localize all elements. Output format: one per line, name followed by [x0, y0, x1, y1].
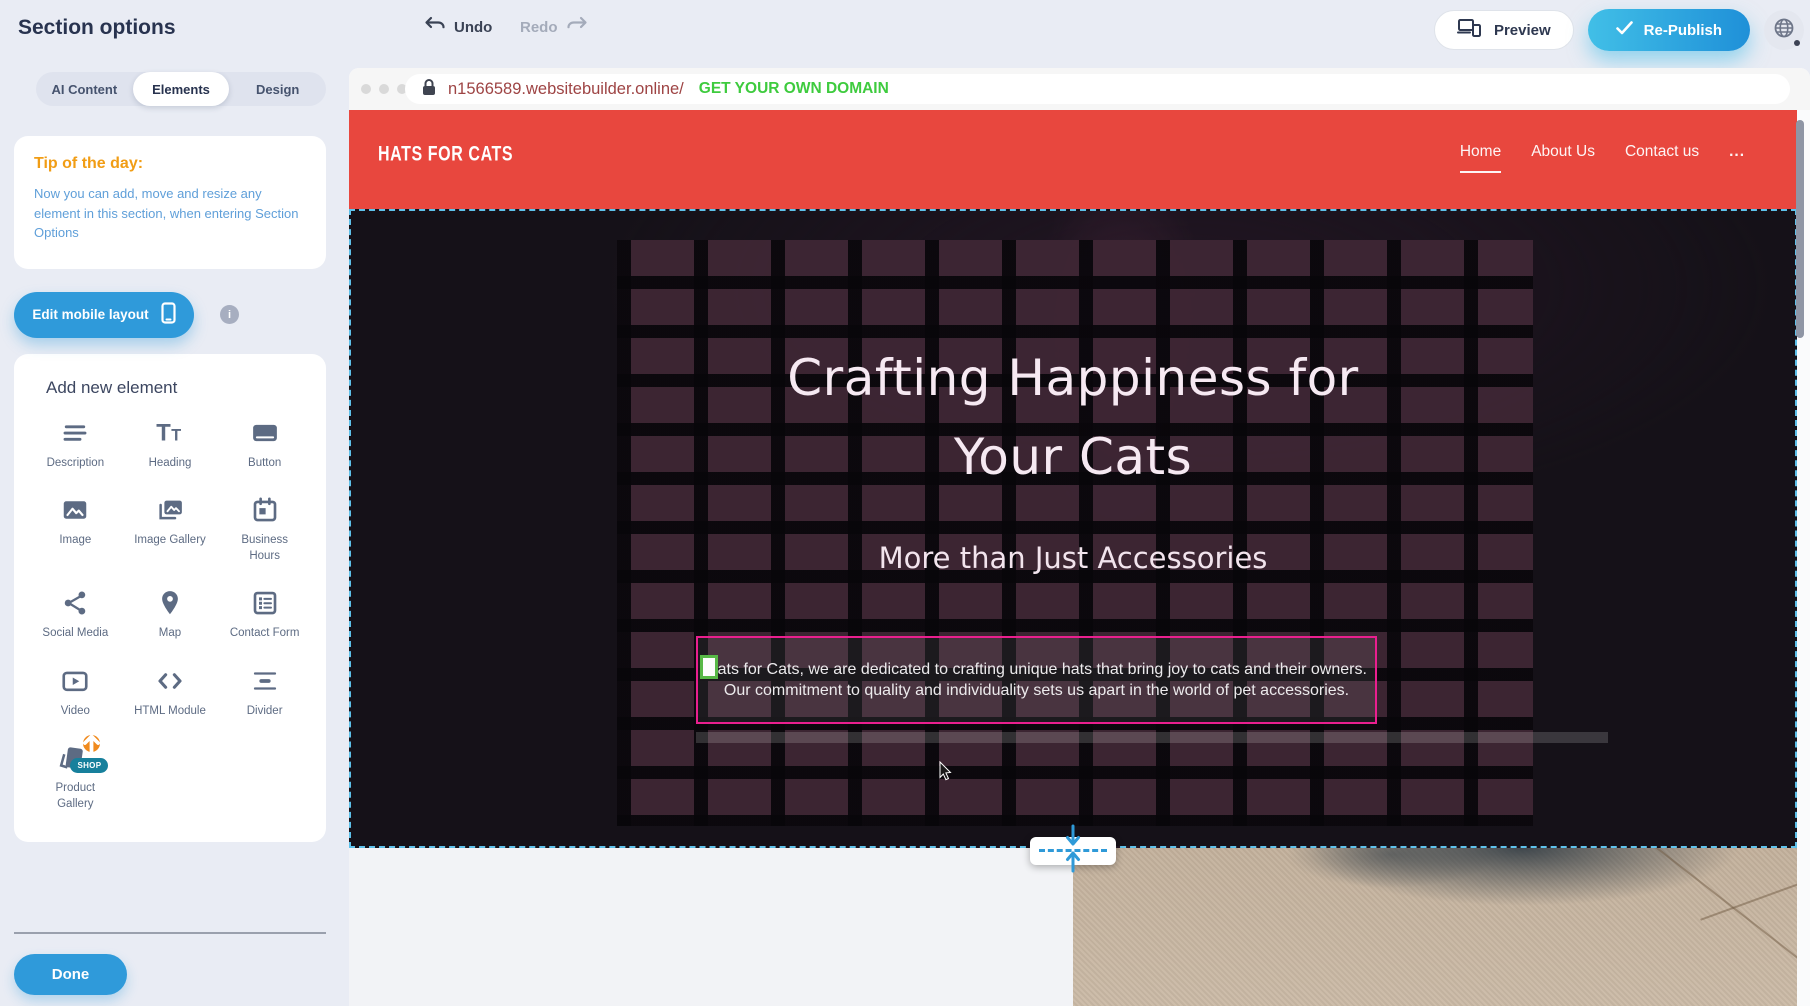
nav-more[interactable]: ...	[1729, 143, 1745, 171]
tip-title: Tip of the day:	[34, 155, 306, 173]
republish-button[interactable]: Re-Publish	[1588, 9, 1750, 51]
element-map[interactable]: Map	[123, 588, 218, 642]
add-element-title: Add new element	[46, 378, 312, 398]
element-grid: Description TT Heading Button Image Imag…	[28, 418, 312, 813]
element-button[interactable]: Button	[217, 418, 312, 472]
tip-of-the-day-card: Tip of the day: Now you can add, move an…	[14, 136, 326, 269]
shop-badge: SHOP	[70, 758, 108, 773]
page-title: Section options	[18, 16, 176, 40]
svg-text:T: T	[156, 419, 171, 446]
add-new-element-card: Add new element Description TT Heading B…	[14, 354, 326, 843]
video-icon	[60, 666, 90, 696]
element-product-gallery[interactable]: SHOP Product Gallery	[28, 743, 123, 812]
selected-text-element[interactable]: Hats for Cats, we are dedicated to craft…	[696, 636, 1377, 724]
drop-indicator	[696, 732, 1608, 743]
notification-dot	[1794, 40, 1800, 46]
lock-icon	[421, 78, 437, 101]
description-icon	[60, 418, 90, 448]
undo-label: Undo	[454, 19, 492, 36]
scrollbar-thumb[interactable]	[1796, 120, 1804, 338]
hero-heading: Crafting Happiness for Your Cats	[351, 339, 1795, 497]
section-options-panel: AI Content Elements Design Tip of the da…	[14, 72, 326, 842]
element-html-module[interactable]: HTML Module	[123, 666, 218, 720]
browser-chrome: n1566589.websitebuilder.online/ GET YOUR…	[349, 68, 1810, 110]
globe-icon	[1772, 16, 1796, 45]
element-divider[interactable]: Divider	[217, 666, 312, 720]
preview-label: Preview	[1494, 22, 1551, 39]
nav-home[interactable]: Home	[1460, 143, 1501, 173]
upgrade-arrow-icon	[83, 735, 100, 752]
redo-label: Redo	[520, 19, 558, 36]
site-canvas: HATS FOR CATS Home About Us Contact us .…	[349, 110, 1810, 1006]
done-button[interactable]: Done	[14, 954, 127, 995]
business-hours-icon	[250, 495, 280, 525]
phone-icon	[161, 302, 176, 327]
get-domain-link[interactable]: GET YOUR OWN DOMAIN	[699, 80, 889, 98]
html-module-icon	[155, 666, 185, 696]
redo-button[interactable]: Redo	[520, 16, 588, 38]
element-image-gallery[interactable]: Image Gallery	[123, 495, 218, 564]
element-contact-form[interactable]: Contact Form	[217, 588, 312, 642]
element-business-hours[interactable]: Business Hours	[217, 495, 312, 564]
republish-label: Re-Publish	[1644, 22, 1722, 39]
heading-icon: TT	[155, 418, 185, 448]
tip-body: Now you can add, move and resize any ele…	[34, 184, 306, 243]
site-logo: HATS FOR CATS	[378, 143, 513, 167]
app: Section options Undo Redo Preview Re-Pub…	[0, 0, 1810, 1006]
address-bar[interactable]: n1566589.websitebuilder.online/ GET YOUR…	[405, 74, 1790, 104]
edit-mobile-layout-label: Edit mobile layout	[32, 307, 148, 322]
element-image[interactable]: Image	[28, 495, 123, 564]
section-resize-handle[interactable]	[1030, 837, 1116, 865]
site-nav: Home About Us Contact us ...	[1460, 143, 1745, 173]
info-icon[interactable]: i	[220, 305, 239, 324]
social-media-icon	[60, 588, 90, 618]
undo-icon	[424, 16, 446, 38]
divider-icon	[250, 666, 280, 696]
element-heading[interactable]: TT Heading	[123, 418, 218, 472]
hero-section-selected[interactable]: Crafting Happiness for Your Cats More th…	[349, 209, 1797, 848]
topbar-actions: Preview Re-Publish	[1434, 9, 1804, 51]
map-icon	[155, 588, 185, 618]
undo-button[interactable]: Undo	[424, 16, 492, 38]
tab-elements[interactable]: Elements	[133, 72, 230, 106]
browser-window: n1566589.websitebuilder.online/ GET YOUR…	[349, 68, 1810, 1006]
floor-photo	[1073, 848, 1797, 1006]
tile-seam	[1700, 848, 1797, 921]
image-gallery-icon	[155, 495, 185, 525]
product-gallery-icon: SHOP	[58, 743, 92, 773]
tile-seam	[1627, 848, 1797, 1006]
tab-design[interactable]: Design	[229, 72, 326, 106]
svg-text:T: T	[171, 426, 181, 444]
image-icon	[60, 495, 90, 525]
drag-handle[interactable]	[700, 655, 718, 679]
redo-icon	[566, 16, 588, 38]
preview-button[interactable]: Preview	[1434, 10, 1574, 50]
check-icon	[1616, 21, 1633, 39]
edit-mobile-layout-button[interactable]: Edit mobile layout	[14, 292, 194, 338]
element-video[interactable]: Video	[28, 666, 123, 720]
site-url: n1566589.websitebuilder.online/	[448, 80, 684, 99]
arrow-up-icon	[1064, 849, 1082, 878]
nav-contact-us[interactable]: Contact us	[1625, 143, 1699, 171]
element-description[interactable]: Description	[28, 418, 123, 472]
hero-subheading: More than Just Accessories	[351, 541, 1795, 575]
contact-form-icon	[250, 588, 280, 618]
panel-tabs: AI Content Elements Design	[36, 72, 326, 106]
window-dots	[361, 84, 407, 94]
element-social-media[interactable]: Social Media	[28, 588, 123, 642]
site-header: HATS FOR CATS Home About Us Contact us .…	[349, 110, 1797, 209]
sidebar-divider	[14, 932, 326, 934]
button-icon	[250, 418, 280, 448]
devices-icon	[1457, 18, 1483, 42]
language-globe-button[interactable]	[1764, 10, 1804, 50]
hero-body-line2: Our commitment to quality and individual…	[698, 680, 1375, 701]
hero-body-line1: Hats for Cats, we are dedicated to craft…	[698, 659, 1375, 680]
tab-ai-content[interactable]: AI Content	[36, 72, 133, 106]
nav-about-us[interactable]: About Us	[1531, 143, 1595, 171]
